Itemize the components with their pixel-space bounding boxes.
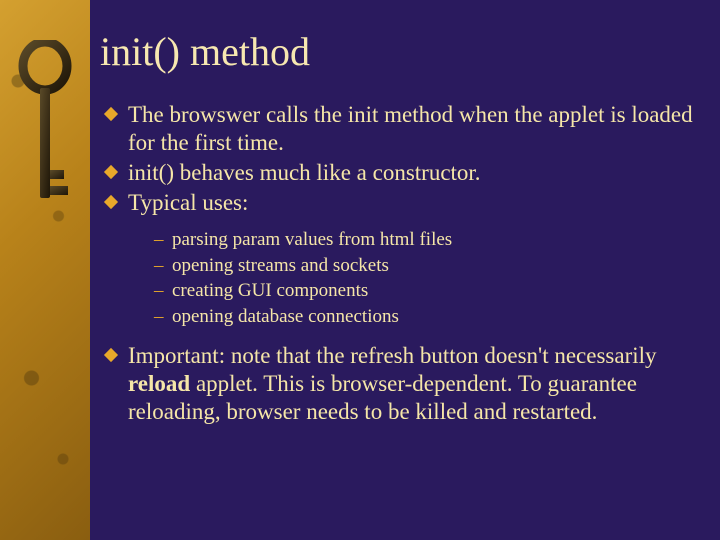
sub-bullet-text: parsing param values from html files — [172, 229, 452, 250]
slide-content: init() method The browswer calls the ini… — [100, 28, 700, 428]
bullet-text: The browswer calls the init method when … — [128, 102, 693, 155]
sub-bullet-item: opening database connections — [154, 304, 700, 330]
sub-bullet-list: parsing param values from html files ope… — [128, 227, 700, 330]
bullet-list: The browswer calls the init method when … — [100, 101, 700, 426]
bullet-text-part: Important: note that the refresh button … — [128, 343, 657, 368]
bullet-item: init() behaves much like a constructor. — [106, 159, 700, 187]
key-icon — [18, 40, 72, 220]
slide-title: init() method — [100, 28, 700, 75]
decorative-sidebar — [0, 0, 90, 540]
bullet-text-part: applet. This is browser-dependent. To gu… — [128, 371, 637, 424]
sub-bullet-text: creating GUI components — [172, 280, 368, 301]
bullet-item: The browswer calls the init method when … — [106, 101, 700, 157]
bullet-text: init() behaves much like a constructor. — [128, 160, 481, 185]
sub-bullet-text: opening streams and sockets — [172, 255, 389, 276]
sub-bullet-text: opening database connections — [172, 306, 399, 327]
bullet-text: Typical uses: — [128, 190, 248, 215]
sub-bullet-item: parsing param values from html files — [154, 227, 700, 253]
sub-bullet-item: creating GUI components — [154, 278, 700, 304]
bullet-text-bold: reload — [128, 371, 190, 396]
sub-bullet-item: opening streams and sockets — [154, 253, 700, 279]
bullet-item: Typical uses: parsing param values from … — [106, 189, 700, 330]
bullet-item: Important: note that the refresh button … — [106, 342, 700, 426]
